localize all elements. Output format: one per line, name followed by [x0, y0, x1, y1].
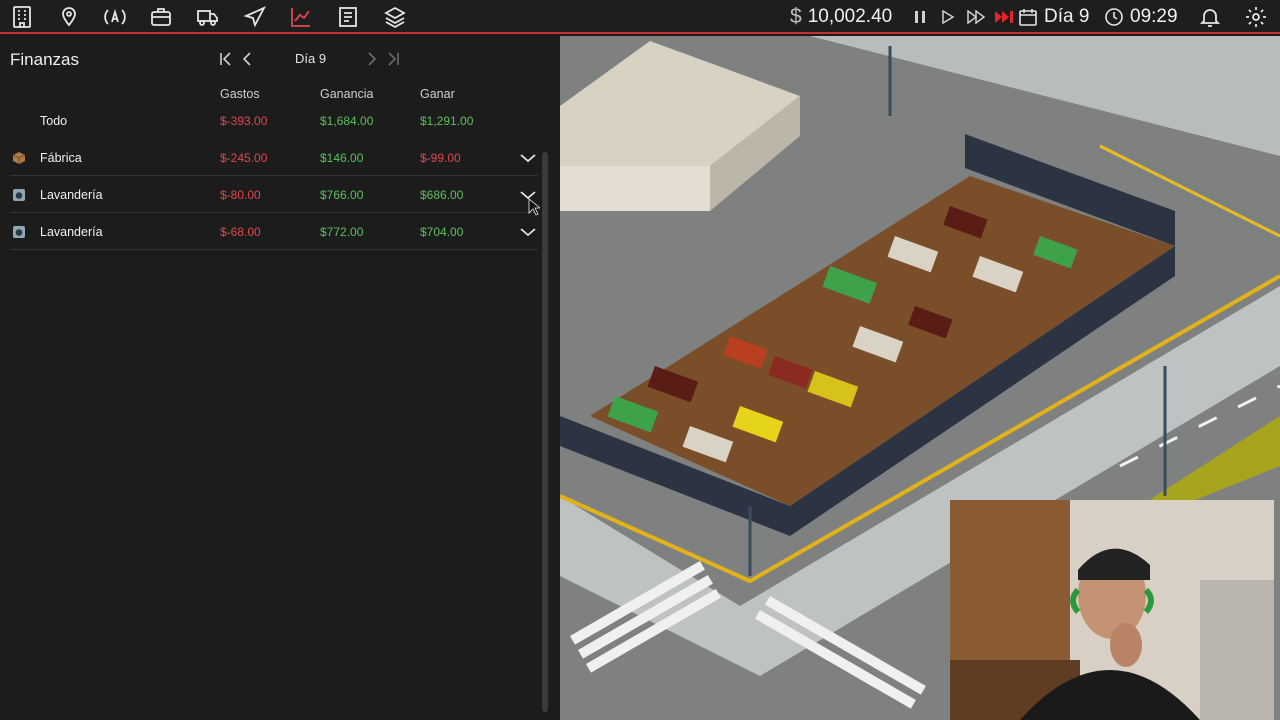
- bell-icon: [1199, 9, 1221, 27]
- broadcast-icon[interactable]: [102, 4, 128, 30]
- play-icon[interactable]: [938, 7, 958, 27]
- next-page-icon[interactable]: [363, 50, 381, 68]
- income-value: $146.00: [320, 151, 364, 165]
- settings-pin-icon[interactable]: [56, 4, 82, 30]
- income-value: $1,684.00: [320, 114, 374, 128]
- panel-title: Finanzas: [10, 50, 79, 69]
- table-row[interactable]: Lavandería $-80.00 $766.00 $686.00: [10, 177, 538, 213]
- laundry-icon: [13, 189, 25, 201]
- truck-icon[interactable]: [195, 4, 221, 30]
- expenses-value: $-393.00: [220, 114, 268, 128]
- profit-value: $1,291.00: [420, 114, 474, 128]
- calendar-icon: [1019, 9, 1037, 26]
- income-value: $766.00: [320, 188, 364, 202]
- gear-icon: [1246, 7, 1266, 27]
- money-display: $ 10,002.40: [790, 0, 892, 34]
- money-value: 10,002.40: [807, 6, 893, 27]
- income-value: $772.00: [320, 225, 364, 239]
- row-label: Lavandería: [40, 225, 103, 239]
- building-icon[interactable]: [9, 4, 35, 30]
- webcam-overlay: [950, 500, 1274, 720]
- notifications-button[interactable]: [1198, 0, 1222, 34]
- scrollbar[interactable]: [542, 152, 548, 712]
- time-value: 09:29: [1130, 6, 1178, 27]
- clock-icon: [1105, 8, 1123, 26]
- table-row[interactable]: Lavandería $-68.00 $772.00 $704.00: [10, 214, 538, 250]
- table-row[interactable]: Fábrica $-245.00 $146.00 $-99.00: [10, 140, 538, 176]
- day-value: Día 9: [1044, 6, 1090, 27]
- expenses-value: $-245.00: [220, 151, 268, 165]
- speed-controls: [910, 0, 1014, 34]
- layers-icon[interactable]: [382, 4, 408, 30]
- expenses-value: $-80.00: [220, 188, 261, 202]
- chevron-down-icon[interactable]: [518, 222, 538, 242]
- top-bar: $ 10,002.40 Día 9 09:29: [0, 0, 1280, 34]
- document-icon[interactable]: [335, 4, 361, 30]
- column-header-income: Ganancia: [320, 87, 374, 101]
- previous-page-icon[interactable]: [238, 50, 256, 68]
- laundry-icon: [13, 226, 25, 238]
- dollar-icon: $: [790, 5, 802, 28]
- factory-box-icon: [12, 152, 26, 164]
- first-page-icon[interactable]: [217, 50, 235, 68]
- airplane-icon[interactable]: [242, 4, 268, 30]
- mouse-cursor-icon: [528, 198, 540, 216]
- expenses-value: $-68.00: [220, 225, 261, 239]
- fastest-forward-icon[interactable]: [994, 7, 1014, 27]
- profit-value: $-99.00: [420, 151, 461, 165]
- streamer-photo: [950, 500, 1274, 720]
- column-header-expenses: Gastos: [220, 87, 260, 101]
- pause-icon[interactable]: [910, 7, 930, 27]
- settings-button[interactable]: [1244, 0, 1268, 34]
- day-label: Día 9: [295, 51, 327, 66]
- row-label: Lavandería: [40, 188, 103, 202]
- row-label: Todo: [40, 114, 68, 128]
- finance-panel: Finanzas Día 9 Gastos Ganancia Ganar Tod…: [0, 36, 558, 720]
- chart-icon[interactable]: [288, 4, 314, 30]
- day-display: Día 9: [1018, 0, 1089, 34]
- briefcase-icon[interactable]: [148, 4, 174, 30]
- last-page-icon[interactable]: [384, 50, 402, 68]
- chevron-down-icon[interactable]: [518, 148, 538, 168]
- column-header-profit: Ganar: [420, 87, 455, 101]
- profit-value: $704.00: [420, 225, 464, 239]
- row-label: Fábrica: [40, 151, 82, 165]
- profit-value: $686.00: [420, 188, 464, 202]
- total-row: Todo $-393.00 $1,684.00 $1,291.00: [10, 103, 538, 139]
- fast-forward-icon[interactable]: [966, 7, 986, 27]
- time-display: 09:29: [1104, 0, 1178, 34]
